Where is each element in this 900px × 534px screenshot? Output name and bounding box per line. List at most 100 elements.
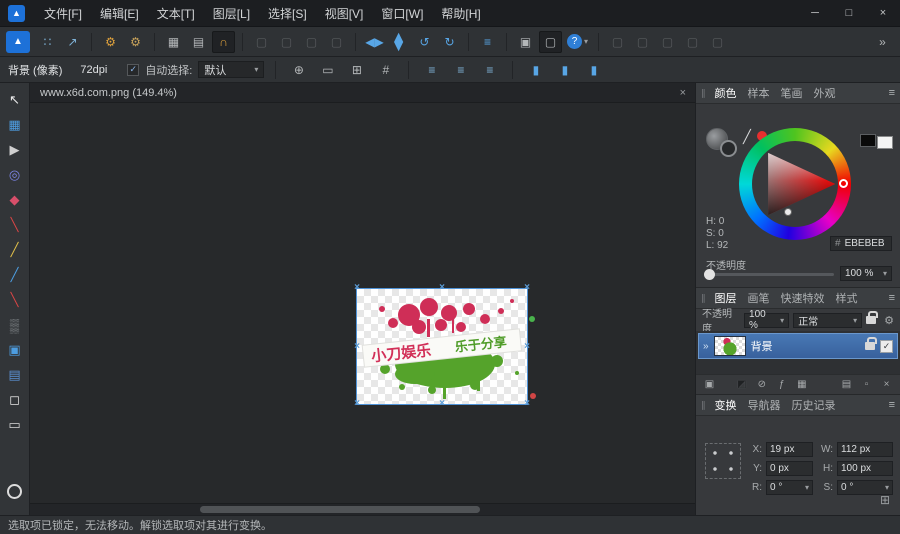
preset-dropdown[interactable]: 默认 ▾ (198, 61, 264, 78)
background-color-chip[interactable] (877, 136, 893, 149)
layer-thumbnail[interactable] (714, 336, 746, 356)
menu-view[interactable]: 视图[V] (316, 0, 373, 26)
node-tool[interactable]: ▶ (3, 138, 27, 162)
menu-select[interactable]: 选择[S] (259, 0, 316, 26)
geometry-intersect-button[interactable]: ▢ (300, 31, 323, 53)
force-pixel-alignment-button[interactable]: # (374, 59, 397, 81)
snap-bounds-button[interactable]: ▤ (187, 31, 210, 53)
y-input[interactable]: 0 px (766, 461, 813, 476)
valign-bottom-button[interactable]: ▮ (582, 59, 605, 81)
lightness-indicator[interactable] (784, 208, 792, 216)
layer-expand-icon[interactable]: » (703, 341, 709, 352)
pixel-snap-button[interactable]: ⊞ (345, 59, 368, 81)
opacity-value-dropdown[interactable]: 100 % ▾ (840, 266, 892, 281)
w-input[interactable]: 112 px (837, 442, 893, 457)
layers-opacity-dropdown[interactable]: 100 % ▾ (744, 313, 789, 328)
align-center-button[interactable]: ≡ (449, 59, 472, 81)
toolbar-extra-button-3[interactable]: ▢ (656, 31, 679, 53)
eyedropper-icon[interactable]: ╱ (743, 129, 751, 145)
minimize-button[interactable]: ─ (798, 0, 832, 26)
tab-swatches[interactable]: 样本 (743, 83, 775, 103)
selected-image[interactable]: 小刀娱乐 乐于分享 × × × × × × × × (357, 289, 527, 404)
horizontal-scrollbar[interactable] (30, 503, 695, 515)
panel-grip-icon[interactable]: ∥ (701, 88, 706, 99)
layer-fx-icon[interactable]: ƒ (775, 379, 788, 390)
selection-handle[interactable]: × (352, 342, 362, 352)
toolbar-overflow-button[interactable]: » (871, 31, 894, 53)
anchor-point-selector[interactable] (705, 443, 741, 479)
tab-appearance[interactable]: 外观 (809, 83, 841, 103)
help-button[interactable]: ? ▾ (564, 34, 591, 49)
transform-origin-button[interactable]: ⊕ (287, 59, 310, 81)
tab-transform[interactable]: 变换 (710, 395, 742, 415)
tab-color[interactable]: 颜色 (710, 83, 742, 103)
toolbar-extra-button-4[interactable]: ▢ (681, 31, 704, 53)
blend-mode-dropdown[interactable]: 正常 ▾ (793, 313, 862, 328)
layer-row-background[interactable]: » 背景 ✓ (698, 333, 898, 359)
menu-window[interactable]: 窗口[W] (372, 0, 432, 26)
tab-navigator[interactable]: 导航器 (743, 395, 786, 415)
eraser-tool[interactable]: ▒ (3, 313, 27, 337)
canvas-viewport[interactable]: 小刀娱乐 乐于分享 × × × × × × × × (30, 103, 695, 503)
h-input[interactable]: 100 px (837, 461, 893, 476)
selection-handle[interactable]: × (437, 283, 447, 293)
snap-grid-button[interactable]: ▦ (162, 31, 185, 53)
fill-tool[interactable]: ▣ (3, 338, 27, 362)
pen-tool[interactable]: ╲ (3, 213, 27, 237)
hue-indicator[interactable] (839, 179, 848, 188)
menu-edit[interactable]: 编辑[E] (91, 0, 148, 26)
selection-handle[interactable]: × (522, 342, 532, 352)
hex-field[interactable]: # EBEBEB (830, 236, 892, 251)
duplicate-layer-icon[interactable]: ▣ (703, 379, 716, 390)
export-persona-icon[interactable]: ↗ (61, 31, 84, 53)
opacity-slider-knob[interactable] (704, 269, 715, 280)
geometry-divide-button[interactable]: ▢ (325, 31, 348, 53)
transform-options-button[interactable]: ⊞ (880, 493, 890, 507)
secondary-color-chip[interactable] (720, 140, 737, 157)
menu-help[interactable]: 帮助[H] (432, 0, 489, 26)
auto-select-checkbox[interactable]: ✓ (127, 64, 139, 76)
selection-handle[interactable]: × (352, 399, 362, 409)
menu-text[interactable]: 文本[T] (148, 0, 204, 26)
toolbar-extra-button-2[interactable]: ▢ (631, 31, 654, 53)
designer-persona-icon[interactable]: ▲ (6, 31, 30, 53)
toolbar-extra-button-1[interactable]: ▢ (606, 31, 629, 53)
color-picker-tool[interactable]: ◎ (3, 163, 27, 187)
opacity-slider-track[interactable] (708, 273, 834, 276)
selection-handle[interactable]: × (352, 283, 362, 293)
selection-handle[interactable]: × (437, 399, 447, 409)
close-button[interactable]: × (866, 0, 900, 26)
panel-grip-icon[interactable]: ∥ (701, 293, 706, 304)
rectangle-tool[interactable]: ▭ (3, 413, 27, 437)
tab-close-button[interactable]: × (671, 87, 695, 99)
valign-middle-button[interactable]: ▮ (553, 59, 576, 81)
insert-inside-button[interactable]: ▣ (514, 31, 537, 53)
tab-history[interactable]: 历史记录 (787, 395, 841, 415)
image-place-tool[interactable]: ▤ (3, 363, 27, 387)
preferences-gear-icon[interactable]: ⚙ (99, 31, 122, 53)
toolbar-extra-button-5[interactable]: ▢ (706, 31, 729, 53)
document-tab[interactable]: www.x6d.com.png (149.4%) (30, 83, 187, 102)
x-input[interactable]: 19 px (766, 442, 813, 457)
layer-lock-icon[interactable] (865, 342, 875, 350)
tab-stroke[interactable]: 笔画 (776, 83, 808, 103)
panel-menu-icon[interactable]: ≡ (889, 399, 895, 411)
panel-menu-icon[interactable]: ≡ (889, 292, 895, 304)
mask-layer-icon[interactable]: ◩ (735, 379, 748, 390)
crop-tool[interactable]: ◻ (3, 388, 27, 412)
pencil-tool[interactable]: ╱ (3, 238, 27, 262)
menu-layer[interactable]: 图层[L] (204, 0, 259, 26)
layer-visibility-checkbox[interactable]: ✓ (880, 340, 893, 353)
valign-top-button[interactable]: ▮ (524, 59, 547, 81)
assets-gear-icon[interactable]: ⚙ (124, 31, 147, 53)
alignment-button[interactable]: ≡ (476, 31, 499, 53)
maximize-button[interactable]: □ (832, 0, 866, 26)
snapping-magnet-button[interactable]: ∩ (212, 31, 235, 53)
tab-brushes[interactable]: 画笔 (743, 288, 775, 308)
geometry-add-button[interactable]: ▢ (250, 31, 273, 53)
panel-grip-icon[interactable]: ∥ (701, 400, 706, 411)
live-filter-icon[interactable]: ▦ (795, 379, 808, 390)
zoom-tool[interactable] (7, 484, 22, 499)
move-tool[interactable]: ↖ (3, 88, 27, 112)
foreground-color-chip[interactable] (860, 134, 876, 147)
